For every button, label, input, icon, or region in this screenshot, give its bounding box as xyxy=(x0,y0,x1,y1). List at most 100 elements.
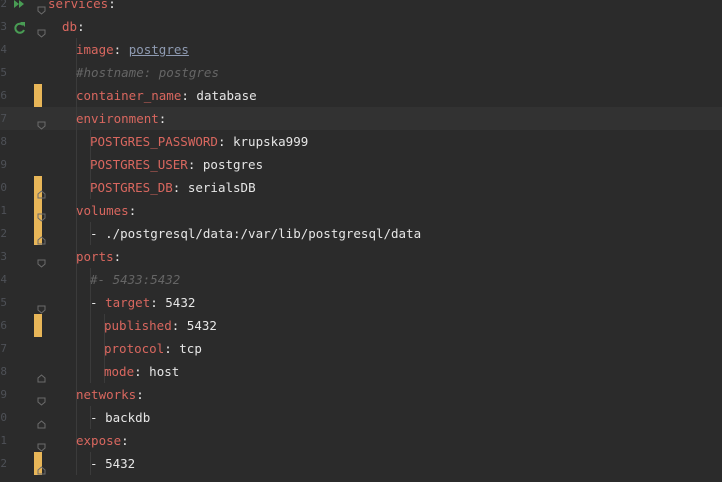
line-number: 8 xyxy=(0,135,7,148)
code-editor[interactable]: 2 services: 3 db: 4 image: postgres 5 #hostname… xyxy=(0,0,722,482)
indent-guide xyxy=(76,222,77,245)
code-line[interactable]: 0 - backdb xyxy=(0,406,722,429)
fold-open-icon[interactable] xyxy=(37,390,46,406)
code-line[interactable]: 7 environment: xyxy=(0,107,722,130)
yaml-key: networks xyxy=(76,387,137,402)
fold-close-icon[interactable] xyxy=(37,229,46,245)
indent-guide xyxy=(76,452,77,475)
yaml-colon: : xyxy=(121,433,129,448)
yaml-key: POSTGRES_DB xyxy=(90,180,173,195)
yaml-colon: : xyxy=(187,157,203,172)
yaml-key: db xyxy=(62,19,78,34)
indent-guide xyxy=(76,176,77,199)
line-number: 3 xyxy=(0,20,7,33)
line-number: 4 xyxy=(0,273,7,286)
line-number: 3 xyxy=(0,250,7,263)
yaml-key: POSTGRES_USER xyxy=(90,157,188,172)
vcs-change-marker[interactable] xyxy=(34,84,42,107)
code-text: - target: 5432 xyxy=(90,291,195,314)
yaml-value: 5432 xyxy=(105,456,136,471)
fold-open-icon[interactable] xyxy=(37,0,46,15)
yaml-key: volumes xyxy=(76,203,129,218)
code-line[interactable]: 5 - target: 5432 xyxy=(0,291,722,314)
indent-guide xyxy=(76,153,77,176)
indent-guide xyxy=(76,337,77,360)
code-line[interactable]: 2 - 5432 xyxy=(0,452,722,475)
code-line[interactable]: 1 expose: xyxy=(0,429,722,452)
code-text: volumes: xyxy=(76,199,136,222)
code-line[interactable]: 4 #- 5433:5432 xyxy=(0,268,722,291)
code-line[interactable]: 9 POSTGRES_USER: postgres xyxy=(0,153,722,176)
indent-guide xyxy=(76,360,77,383)
yaml-value: krupska999 xyxy=(233,134,309,149)
yaml-key: mode xyxy=(104,364,135,379)
yaml-value: 5432 xyxy=(186,318,217,333)
yaml-colon: : xyxy=(77,19,85,34)
yaml-value: 5432 xyxy=(165,295,196,310)
code-text: POSTGRES_DB: serialsDB xyxy=(90,176,256,199)
line-number: 2 xyxy=(0,227,7,240)
fold-open-icon[interactable] xyxy=(37,252,46,268)
code-line[interactable]: 1 volumes: xyxy=(0,199,722,222)
indent-guide xyxy=(76,314,77,337)
code-line[interactable]: 3 ports: xyxy=(0,245,722,268)
list-dash: - xyxy=(90,410,106,425)
code-text: #- 5433:5432 xyxy=(90,268,180,291)
yaml-key: services xyxy=(48,0,109,11)
yaml-colon: : xyxy=(164,341,180,356)
fold-open-icon[interactable] xyxy=(37,22,46,38)
run-icon[interactable] xyxy=(13,0,27,10)
code-line[interactable]: 4 image: postgres xyxy=(0,38,722,61)
vcs-change-marker[interactable] xyxy=(34,314,42,337)
code-line[interactable]: 6 container_name: database xyxy=(0,84,722,107)
code-line[interactable]: 3 db: xyxy=(0,15,722,38)
yaml-value: serialsDB xyxy=(187,180,256,195)
line-number: 1 xyxy=(0,434,7,447)
fold-close-icon[interactable] xyxy=(37,367,46,383)
list-dash: - xyxy=(90,226,106,241)
yaml-value: database xyxy=(196,88,257,103)
code-line[interactable]: 2 services: xyxy=(0,0,722,15)
fold-close-icon[interactable] xyxy=(37,183,46,199)
code-line[interactable]: 8 mode: host xyxy=(0,360,722,383)
yaml-value: postgres xyxy=(202,157,264,172)
code-text: protocol: tcp xyxy=(104,337,202,360)
code-text: POSTGRES_PASSWORD: krupska999 xyxy=(90,130,308,153)
fold-open-icon[interactable] xyxy=(37,298,46,314)
code-line[interactable]: 9 networks: xyxy=(0,383,722,406)
code-text: expose: xyxy=(76,429,129,452)
fold-close-icon[interactable] xyxy=(37,459,46,475)
fold-open-icon[interactable] xyxy=(37,114,46,130)
line-number: 7 xyxy=(0,112,7,125)
line-number: 2 xyxy=(0,457,7,470)
yaml-colon: : xyxy=(217,134,233,149)
fold-open-icon[interactable] xyxy=(37,436,46,452)
code-line[interactable]: 8 POSTGRES_PASSWORD: krupska999 xyxy=(0,130,722,153)
line-number: 4 xyxy=(0,43,7,56)
line-number: 0 xyxy=(0,181,7,194)
code-line[interactable]: 2 - ./postgresql/data:/var/lib/postgresql… xyxy=(0,222,722,245)
code-line[interactable]: 7 protocol: tcp xyxy=(0,337,722,360)
code-text: ports: xyxy=(76,245,121,268)
line-number: 7 xyxy=(0,342,7,355)
code-line[interactable]: 0 POSTGRES_DB: serialsDB xyxy=(0,176,722,199)
fold-close-icon[interactable] xyxy=(37,413,46,429)
yaml-colon: : xyxy=(150,295,166,310)
line-number: 0 xyxy=(0,411,7,424)
rerun-icon[interactable] xyxy=(13,19,27,34)
yaml-key: target xyxy=(105,295,151,310)
code-text: - backdb xyxy=(90,406,150,429)
yaml-colon: : xyxy=(128,203,137,218)
code-line[interactable]: 6 published: 5432 xyxy=(0,314,722,337)
yaml-colon: : xyxy=(172,180,188,195)
yaml-value: backdb xyxy=(105,410,151,425)
code-text: - ./postgresql/data:/var/lib/postgresql/… xyxy=(90,222,421,245)
yaml-key: protocol xyxy=(104,341,165,356)
line-number: 2 xyxy=(0,0,7,10)
yaml-key: expose xyxy=(76,433,122,448)
indent-guide xyxy=(76,130,77,153)
code-text: POSTGRES_USER: postgres xyxy=(90,153,263,176)
code-line[interactable]: 5 #hostname: postgres xyxy=(0,61,722,84)
yaml-value[interactable]: postgres xyxy=(129,42,189,57)
fold-open-icon[interactable] xyxy=(37,206,46,222)
